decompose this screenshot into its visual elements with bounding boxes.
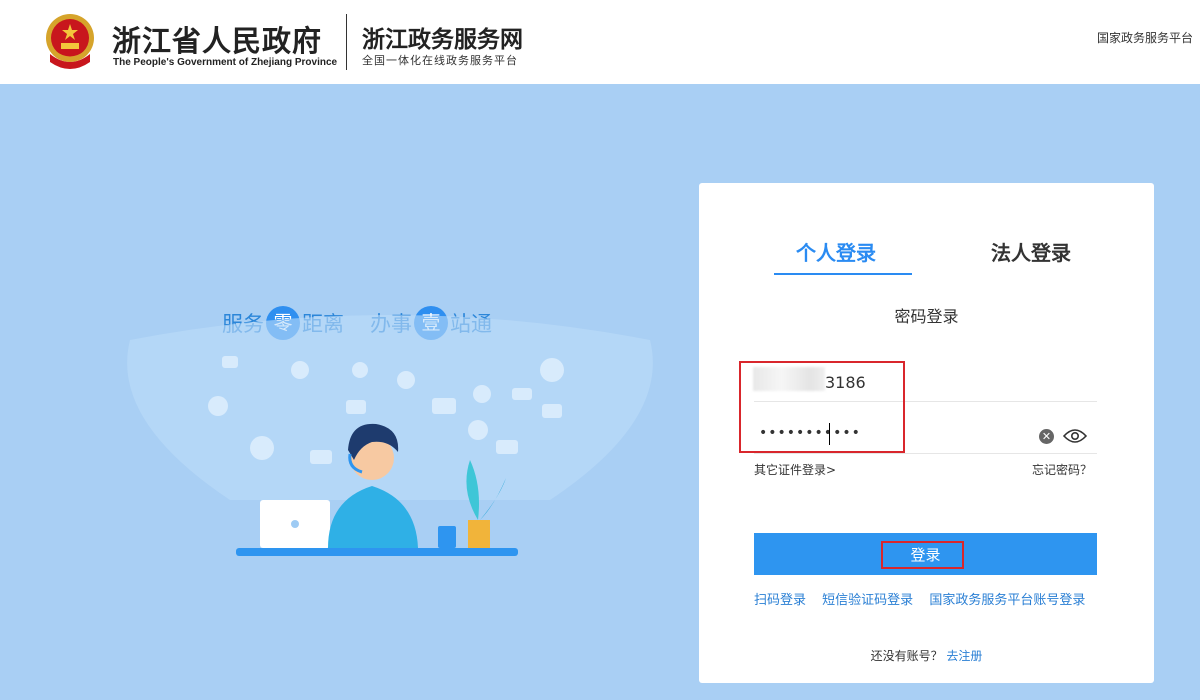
site-header: 浙江省人民政府 The People's Government of Zheji… bbox=[0, 0, 1200, 84]
portal-subtitle: 全国一体化在线政务服务平台 bbox=[362, 54, 518, 67]
highlight-box-login-button bbox=[881, 541, 964, 569]
login-method-title: 密码登录 bbox=[894, 307, 959, 326]
active-tab-indicator bbox=[774, 273, 912, 275]
register-link[interactable]: 去注册 bbox=[946, 649, 982, 663]
alternative-login-links: 扫码登录 短信验证码登录 国家政务服务平台账号登录 bbox=[754, 589, 1097, 608]
sms-code-login-link[interactable]: 短信验证码登录 bbox=[822, 593, 913, 608]
other-certificate-login-link[interactable]: 其它证件登录> bbox=[754, 461, 836, 478]
scan-code-login-link[interactable]: 扫码登录 bbox=[754, 593, 806, 608]
tab-personal-login[interactable]: 个人登录 bbox=[796, 237, 876, 266]
national-emblem-icon bbox=[46, 14, 94, 69]
gov-name-cn: 浙江省人民政府 bbox=[112, 24, 323, 58]
forgot-password-link[interactable]: 忘记密码？ bbox=[1032, 461, 1092, 478]
register-prompt: 还没有账号？ bbox=[870, 649, 943, 663]
tab-legal-person-login[interactable]: 法人登录 bbox=[991, 237, 1071, 266]
portal-name: 浙江政务服务网 bbox=[362, 26, 523, 53]
national-platform-link[interactable]: 国家政务服务平台 bbox=[1097, 29, 1193, 46]
highlight-box-credentials bbox=[739, 361, 905, 453]
clear-icon[interactable]: ✕ bbox=[1039, 429, 1054, 444]
national-account-login-link[interactable]: 国家政务服务平台账号登录 bbox=[929, 593, 1085, 608]
login-card: 个人登录 法人登录 密码登录 3186 ••••••••••• ✕ 其它证件登录… bbox=[699, 183, 1154, 683]
eye-icon[interactable] bbox=[1063, 427, 1087, 445]
header-divider bbox=[346, 14, 347, 70]
gov-name-en: The People's Government of Zhejiang Prov… bbox=[113, 57, 338, 68]
customer-service-illustration bbox=[127, 315, 653, 556]
register-line: 还没有账号？ 去注册 bbox=[699, 647, 1154, 664]
